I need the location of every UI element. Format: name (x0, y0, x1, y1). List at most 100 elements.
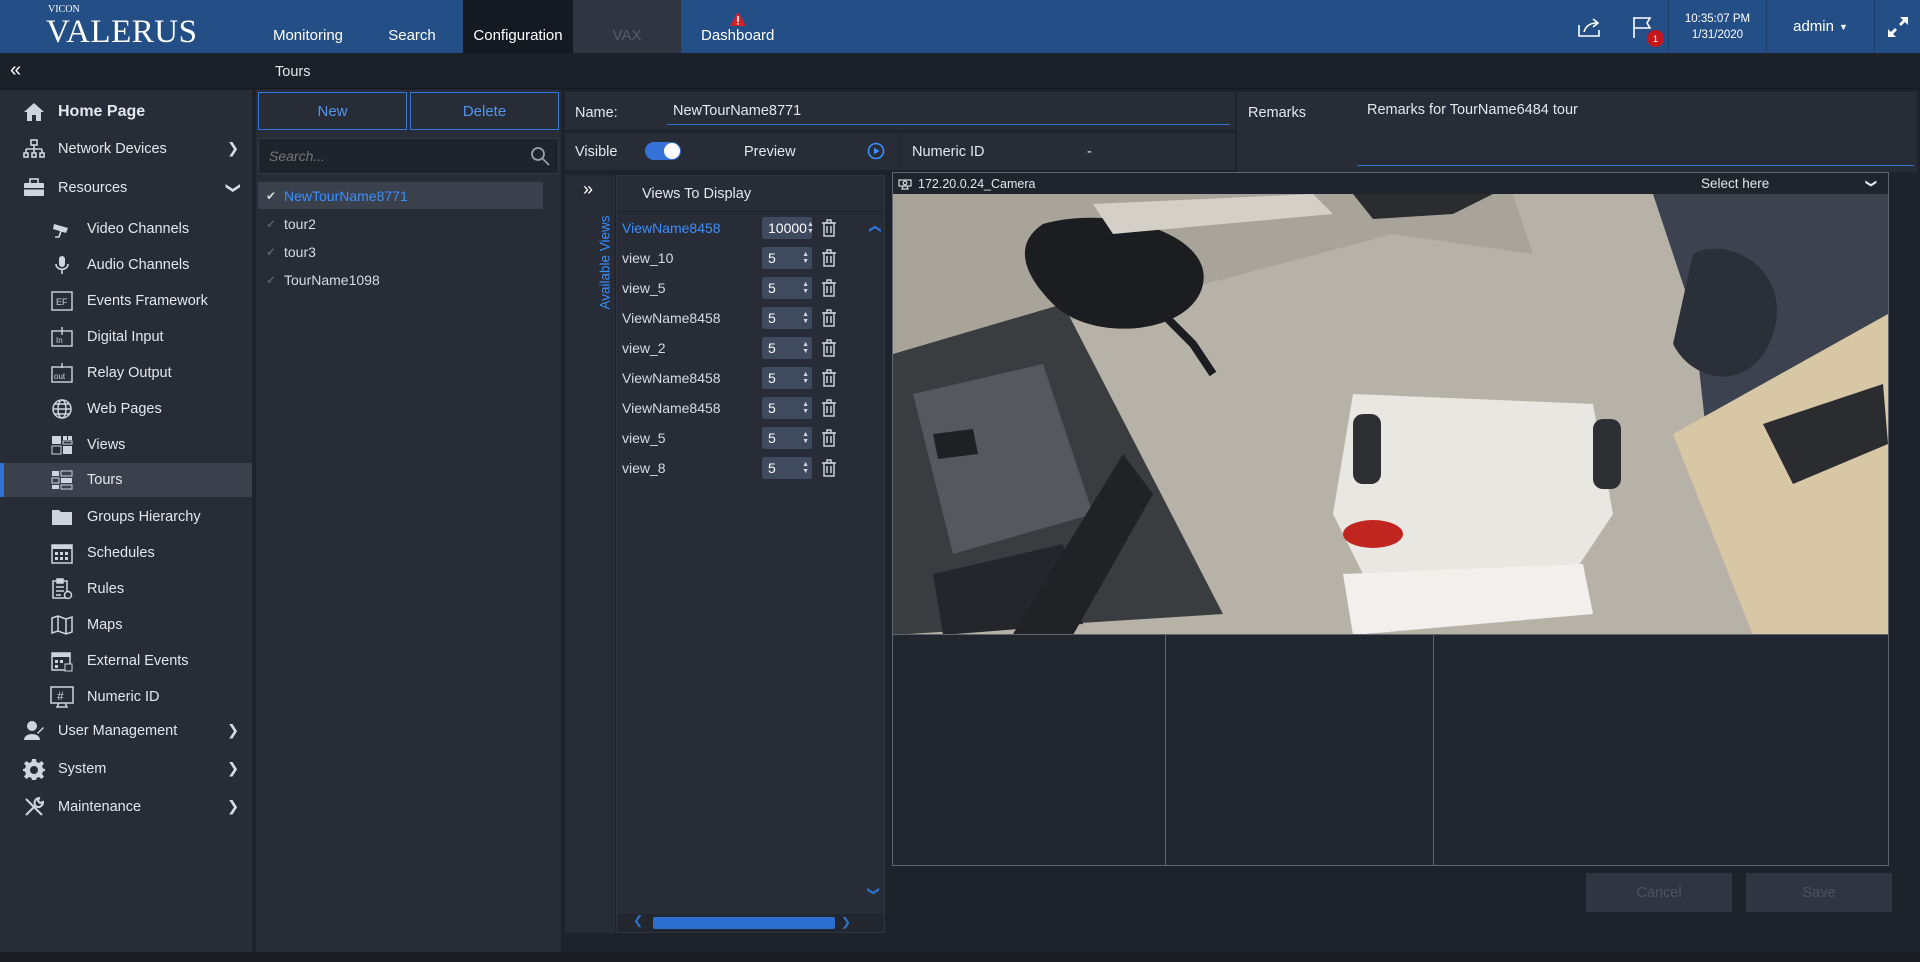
view-row[interactable]: view_5 5 ▲ ▼ (622, 426, 882, 450)
list-item[interactable]: ✓ tour3 (258, 238, 543, 265)
search-icon[interactable] (530, 146, 550, 166)
trash-icon[interactable] (820, 218, 838, 238)
sidebar-item-label: Digital Input (87, 329, 164, 345)
save-button[interactable]: Save (1746, 873, 1892, 912)
nav-configuration[interactable]: Configuration (463, 0, 573, 53)
tour-name: tour2 (284, 215, 316, 232)
nav-dashboard[interactable]: Dashboard (681, 0, 794, 53)
sidebar-item-web-pages[interactable]: Web Pages (0, 392, 252, 426)
sidebar-item-video-channels[interactable]: Video Channels (0, 212, 252, 246)
play-icon[interactable] (867, 142, 885, 160)
trash-icon[interactable] (820, 278, 838, 298)
dwell-stepper[interactable]: 5 ▲ ▼ (762, 247, 812, 269)
stepper-arrows-icon[interactable]: ▲ ▼ (802, 401, 809, 415)
stepper-arrows-icon[interactable]: ▲ ▼ (802, 341, 809, 355)
sidebar-item-maintenance[interactable]: Maintenance ❯ (0, 790, 252, 824)
dwell-stepper[interactable]: 10000 ▲ ▼ (762, 217, 814, 239)
relay-output-icon: out (50, 361, 74, 385)
list-item[interactable]: ✓ tour2 (258, 210, 543, 237)
sidebar-item-resources[interactable]: Resources ❯ (0, 171, 252, 205)
dwell-stepper[interactable]: 5 ▲ ▼ (762, 307, 812, 329)
visible-toggle[interactable] (645, 142, 681, 160)
view-row[interactable]: ViewName8458 5 ▲ ▼ (622, 366, 882, 390)
dwell-stepper[interactable]: 5 ▲ ▼ (762, 367, 812, 389)
fullscreen-button[interactable] (1874, 0, 1920, 53)
nav-monitoring[interactable]: Monitoring (255, 0, 361, 53)
notifications-button[interactable]: 1 (1616, 0, 1668, 53)
scroll-right-icon[interactable]: ❯ (841, 915, 851, 929)
list-item[interactable]: ✓ TourName1098 (258, 266, 543, 293)
visible-label: Visible (575, 144, 618, 160)
sidebar-item-user-management[interactable]: User Management ❯ (0, 714, 252, 748)
view-row[interactable]: view_8 5 ▲ ▼ (622, 456, 882, 480)
dwell-stepper[interactable]: 5 ▲ ▼ (762, 457, 812, 479)
user-menu[interactable]: admin ▼ (1766, 0, 1874, 53)
stepper-arrows-icon[interactable]: ▲ ▼ (802, 311, 809, 325)
scroll-left-icon[interactable]: ❯ (633, 915, 643, 929)
view-row[interactable]: view_5 5 ▲ ▼ (622, 276, 882, 300)
sidebar-item-tours[interactable]: Tours (0, 463, 252, 497)
stepper-arrows-icon[interactable]: ▲ ▼ (802, 371, 809, 385)
view-row[interactable]: ViewName8458 5 ▲ ▼ (622, 306, 882, 330)
share-button[interactable] (1564, 0, 1616, 53)
list-item[interactable]: ✔ NewTourName8771 (258, 182, 543, 209)
view-row[interactable]: ViewName8458 5 ▲ ▼ (622, 396, 882, 420)
delete-button[interactable]: Delete (410, 92, 559, 130)
sidebar-item-schedules[interactable]: Schedules (0, 536, 252, 570)
sidebar-item-home[interactable]: Home Page (0, 95, 252, 129)
trash-icon[interactable] (820, 368, 838, 388)
nav-search[interactable]: Search (361, 0, 463, 53)
numeric-id-icon: # (50, 685, 74, 709)
stepper-arrows-icon[interactable]: ▲ ▼ (802, 431, 809, 445)
sidebar-item-maps[interactable]: Maps (0, 608, 252, 642)
sidebar-item-rules[interactable]: Rules (0, 572, 252, 606)
stepper-arrows-icon[interactable]: ▲ ▼ (802, 251, 809, 265)
horizontal-scrollbar[interactable] (653, 917, 835, 929)
sidebar-item-views[interactable]: Views (0, 428, 252, 462)
sidebar-item-events-framework[interactable]: EF Events Framework (0, 284, 252, 318)
trash-icon[interactable] (820, 428, 838, 448)
collapse-sidebar-icon[interactable]: « (10, 59, 21, 82)
dwell-stepper[interactable]: 5 ▲ ▼ (762, 427, 812, 449)
view-row[interactable]: ViewName8458 10000 ▲ ▼ (622, 216, 882, 240)
cancel-button[interactable]: Cancel (1586, 873, 1732, 912)
sidebar-item-network-devices[interactable]: Network Devices ❯ (0, 132, 252, 166)
sidebar-item-groups-hierarchy[interactable]: Groups Hierarchy (0, 500, 252, 534)
trash-icon[interactable] (820, 398, 838, 418)
search-input[interactable] (259, 148, 519, 164)
trash-icon[interactable] (820, 308, 838, 328)
user-management-icon (22, 719, 46, 743)
sidebar-item-digital-input[interactable]: In Digital Input (0, 320, 252, 354)
svg-text:#: # (57, 689, 64, 703)
sidebar-item-system[interactable]: System ❯ (0, 752, 252, 786)
name-input[interactable] (667, 98, 1230, 125)
stepper-arrows-icon[interactable]: ▲ ▼ (802, 281, 809, 295)
notification-badge: 1 (1647, 30, 1664, 47)
available-views-label: Available Views (597, 215, 613, 310)
new-button[interactable]: New (258, 92, 407, 130)
expand-double-chevron-icon[interactable]: » (583, 179, 593, 200)
trash-icon[interactable] (820, 248, 838, 268)
camera-select-dropdown[interactable]: Select here ❯ (1701, 173, 1877, 194)
trash-icon[interactable] (820, 338, 838, 358)
dwell-stepper[interactable]: 5 ▲ ▼ (762, 277, 812, 299)
view-cell[interactable] (1433, 634, 1889, 866)
sidebar-item-numeric-id[interactable]: # Numeric ID (0, 680, 252, 714)
view-cell[interactable] (892, 634, 1166, 866)
dwell-stepper[interactable]: 5 ▲ ▼ (762, 397, 812, 419)
sidebar-item-relay-output[interactable]: out Relay Output (0, 356, 252, 390)
remarks-textarea[interactable]: Remarks for TourName6484 tour (1357, 92, 1914, 166)
top-bar: VICON VALERUS Monitoring Search Configur… (0, 0, 1920, 53)
sidebar-item-external-events[interactable]: External Events (0, 644, 252, 678)
view-row[interactable]: view_10 5 ▲ ▼ (622, 246, 882, 270)
view-row[interactable]: view_2 5 ▲ ▼ (622, 336, 882, 360)
view-cell[interactable] (1165, 634, 1434, 866)
stepper-arrows-icon[interactable]: ▲ ▼ (807, 221, 814, 235)
scroll-up-icon[interactable]: ❯ (867, 224, 881, 234)
dwell-stepper[interactable]: 5 ▲ ▼ (762, 337, 812, 359)
sidebar-item-audio-channels[interactable]: Audio Channels (0, 248, 252, 282)
stepper-arrows-icon[interactable]: ▲ ▼ (802, 461, 809, 475)
trash-icon[interactable] (820, 458, 838, 478)
available-views-panel[interactable]: » Available Views (565, 175, 615, 933)
scroll-down-icon[interactable]: ❯ (867, 886, 881, 896)
